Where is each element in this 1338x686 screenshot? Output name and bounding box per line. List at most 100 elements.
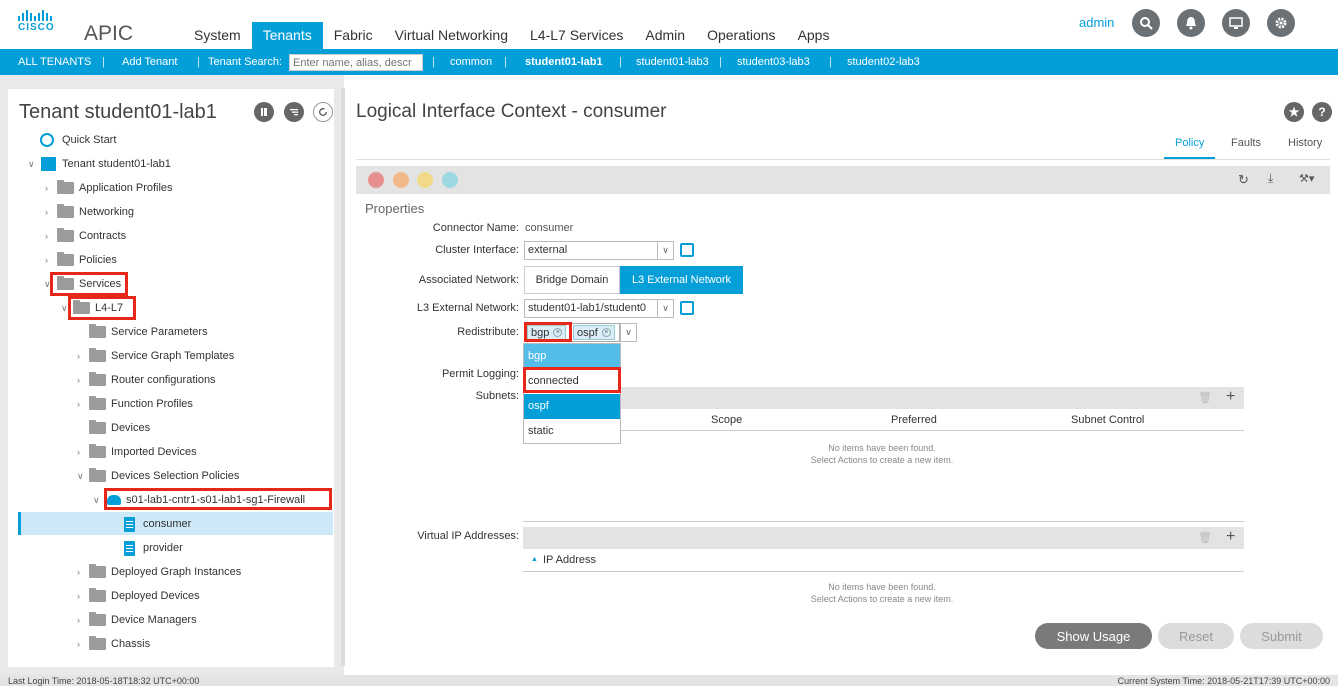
all-tenants-link[interactable]: ALL TENANTS (18, 56, 91, 68)
tree-row-networking[interactable]: Networking (57, 201, 134, 223)
chevron-down-icon[interactable]: ∨ (657, 241, 674, 260)
tree-row-deployed-graph-instances[interactable]: Deployed Graph Instances (89, 561, 241, 583)
pin-icon[interactable] (254, 102, 274, 122)
subnets-column-scope[interactable]: Scope (711, 414, 742, 426)
tree-row-devices-selection-policies[interactable]: Devices Selection Policies (89, 465, 239, 487)
subnets-column-subnet-control[interactable]: Subnet Control (1071, 414, 1144, 426)
tree-row-policies[interactable]: Policies (57, 249, 117, 271)
l3-external-network-select[interactable]: student01-lab1/student0 (524, 299, 658, 318)
gear-icon[interactable] (1267, 9, 1295, 37)
l3-external-network-option[interactable]: L3 External Network (620, 266, 743, 294)
submit-button[interactable]: Submit (1240, 623, 1323, 649)
vip-column-ip-address[interactable]: IP Address (543, 554, 596, 566)
help-icon[interactable]: ? (1312, 102, 1332, 122)
chevron-right-icon[interactable]: › (77, 447, 80, 457)
refresh-icon[interactable] (313, 102, 333, 122)
sort-ascending-icon[interactable]: ▲ (531, 556, 538, 563)
trash-icon[interactable]: 🗑 (1198, 391, 1212, 404)
option-bgp[interactable]: bgp (524, 344, 620, 369)
cluster-interface-select[interactable]: external (524, 241, 658, 260)
tree-row-contracts[interactable]: Contracts (57, 225, 126, 247)
nav-fabric[interactable]: Fabric (323, 22, 384, 49)
chevron-right-icon[interactable]: › (77, 567, 80, 577)
nav-l4-l7-services[interactable]: L4-L7 Services (519, 22, 634, 49)
chevron-down-icon[interactable]: ∨ (77, 471, 84, 482)
user-menu[interactable]: admin (1079, 15, 1114, 30)
tree-row-service-graph-templates[interactable]: Service Graph Templates (89, 345, 234, 367)
show-usage-button[interactable]: Show Usage (1035, 623, 1152, 649)
panel-splitter[interactable] (341, 88, 345, 666)
tree-row-quick-start[interactable]: Quick Start (40, 129, 116, 151)
nav-virtual-networking[interactable]: Virtual Networking (384, 22, 519, 49)
tree-label: Deployed Graph Instances (111, 566, 242, 578)
refresh-icon[interactable]: ↻ (1238, 172, 1249, 188)
option-ospf[interactable]: ospf (524, 394, 620, 419)
chevron-right-icon[interactable]: › (77, 351, 80, 361)
nav-tenants[interactable]: Tenants (251, 22, 323, 49)
search-icon[interactable] (1132, 9, 1160, 37)
add-icon[interactable]: + (1226, 528, 1235, 546)
main-nav: System Tenants Fabric Virtual Networking… (183, 22, 840, 49)
minor-fault-icon[interactable] (417, 172, 433, 188)
nav-system[interactable]: System (183, 22, 252, 49)
external-link-icon[interactable] (680, 243, 694, 257)
tools-icon[interactable]: ⚒▾ (1299, 172, 1314, 185)
star-icon[interactable]: ★ (1284, 102, 1304, 122)
bridge-domain-option[interactable]: Bridge Domain (524, 266, 620, 294)
tab-faults[interactable]: Faults (1231, 137, 1261, 149)
chevron-down-icon[interactable]: ∨ (93, 495, 100, 506)
chevron-right-icon[interactable]: › (45, 231, 48, 241)
subnets-column-preferred[interactable]: Preferred (891, 414, 937, 426)
tab-policy[interactable]: Policy (1175, 137, 1204, 149)
tree-row-application-profiles[interactable]: Application Profiles (57, 177, 173, 199)
chevron-right-icon[interactable]: › (77, 615, 80, 625)
redistribute-tag-ospf[interactable]: ospf × (573, 325, 615, 340)
tenant-link-student01-lab1[interactable]: student01-lab1 (525, 56, 603, 68)
trash-icon[interactable]: 🗑 (1198, 531, 1212, 544)
download-icon[interactable]: ⤓ (1268, 171, 1273, 186)
chevron-down-icon[interactable]: ∨ (620, 323, 637, 342)
chevron-right-icon[interactable]: › (45, 255, 48, 265)
tree-row-imported-devices[interactable]: Imported Devices (89, 441, 197, 463)
tenant-search-input[interactable] (289, 54, 423, 71)
chevron-right-icon[interactable]: › (45, 183, 48, 193)
nav-operations[interactable]: Operations (696, 22, 786, 49)
tree-row-provider[interactable]: provider (124, 537, 183, 559)
major-fault-icon[interactable] (393, 172, 409, 188)
critical-fault-icon[interactable] (368, 172, 384, 188)
chevron-down-icon[interactable]: ∨ (657, 299, 674, 318)
warning-fault-icon[interactable] (442, 172, 458, 188)
tree-row-device-managers[interactable]: Device Managers (89, 609, 197, 631)
tree-row-chassis[interactable]: Chassis (89, 633, 150, 655)
chevron-down-icon[interactable]: ∨ (28, 159, 35, 170)
chevron-right-icon[interactable]: › (77, 375, 80, 385)
tree-row-service-parameters[interactable]: Service Parameters (89, 321, 208, 343)
add-icon[interactable]: + (1226, 388, 1235, 406)
tree-row-devices[interactable]: Devices (89, 417, 150, 439)
add-tenant-link[interactable]: Add Tenant (122, 56, 177, 68)
screen-icon[interactable] (1222, 9, 1250, 37)
tree-row-router-configurations[interactable]: Router configurations (89, 369, 216, 391)
tenant-link-student03-lab3[interactable]: student03-lab3 (737, 56, 810, 68)
tab-history[interactable]: History (1288, 137, 1322, 149)
tree-row-tenant[interactable]: Tenant student01-lab1 (41, 153, 171, 175)
tenant-link-student01-lab3[interactable]: student01-lab3 (636, 56, 709, 68)
chevron-right-icon[interactable]: › (45, 207, 48, 217)
bell-icon[interactable] (1177, 9, 1205, 37)
remove-tag-icon[interactable]: × (601, 328, 611, 337)
chevron-right-icon[interactable]: › (77, 639, 80, 649)
tenant-link-student02-lab3[interactable]: student02-lab3 (847, 56, 920, 68)
nav-apps[interactable]: Apps (787, 22, 841, 49)
nav-admin[interactable]: Admin (634, 22, 696, 49)
tenant-link-common[interactable]: common (450, 56, 492, 68)
external-link-icon[interactable] (680, 301, 694, 315)
tree-row-consumer[interactable]: consumer (124, 513, 191, 535)
collapse-icon[interactable] (284, 102, 304, 122)
reset-button[interactable]: Reset (1158, 623, 1234, 649)
chevron-down-icon[interactable]: ∨ (61, 303, 68, 314)
tree-row-deployed-devices[interactable]: Deployed Devices (89, 585, 200, 607)
tree-row-function-profiles[interactable]: Function Profiles (89, 393, 193, 415)
chevron-right-icon[interactable]: › (77, 399, 80, 409)
option-static[interactable]: static (524, 419, 620, 444)
chevron-right-icon[interactable]: › (77, 591, 80, 601)
